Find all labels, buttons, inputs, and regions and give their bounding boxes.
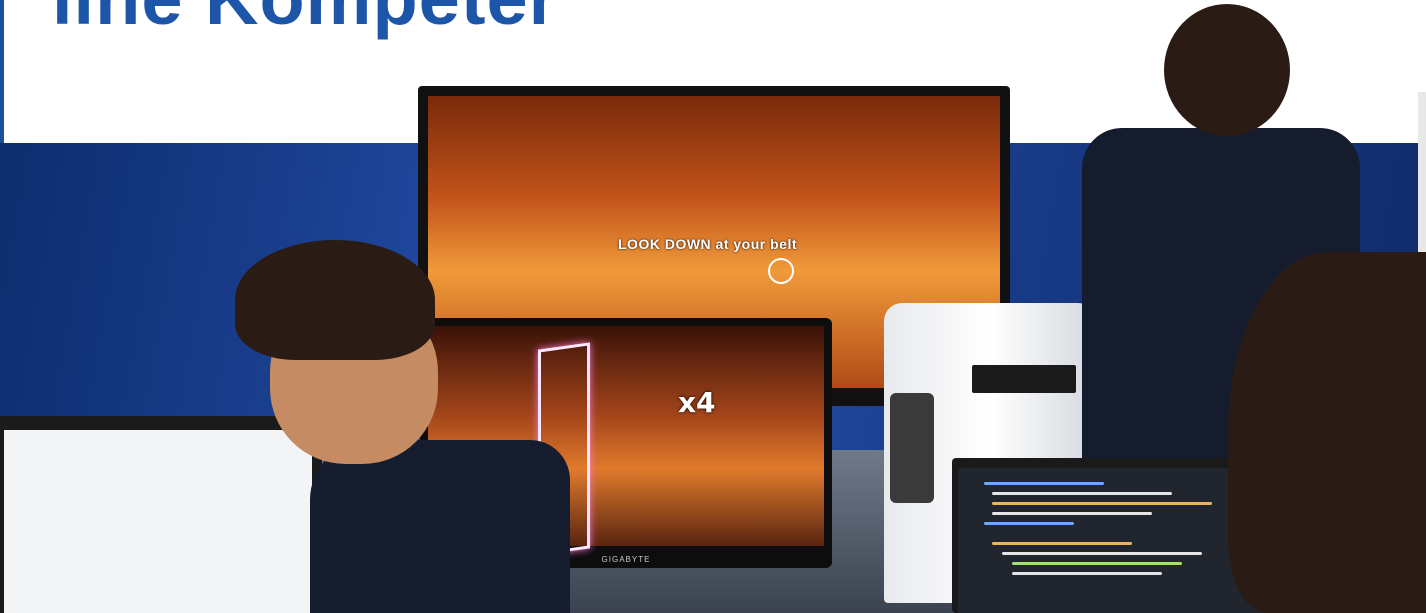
code-line: [992, 542, 1132, 545]
code-line: [984, 522, 1074, 525]
code-line: [992, 512, 1152, 515]
code-line: [1012, 562, 1182, 565]
code-line: [984, 482, 1104, 485]
optical-drive: [972, 365, 1076, 393]
game-prompt-text: LOOK DOWN at your belt: [618, 236, 797, 252]
code-line: [992, 502, 1212, 505]
side-fan: [890, 393, 934, 503]
foreground-person-head: [1228, 252, 1426, 613]
seated-person-hair: [235, 240, 435, 360]
left-monitor: [0, 416, 322, 613]
combo-counter: x4: [678, 386, 716, 419]
headline-text: iine Kompeter: [52, 0, 558, 41]
seated-person: [310, 440, 570, 613]
code-line: [1002, 552, 1202, 555]
left-monitor-screen: [4, 430, 312, 613]
standing-person-head: [1164, 4, 1290, 136]
crosshair-icon: [768, 258, 794, 284]
code-line: [992, 492, 1172, 495]
code-line: [1012, 572, 1162, 575]
photo-scene: iine Kompeter LOOK DOWN at your belt x4 …: [0, 0, 1426, 613]
